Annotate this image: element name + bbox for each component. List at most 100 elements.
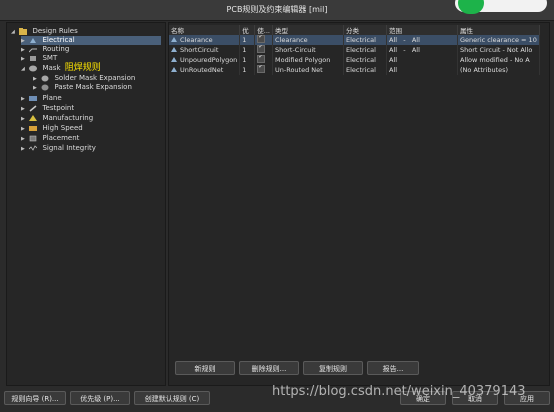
plane-icon <box>29 95 38 101</box>
category-cell: Electrical <box>343 35 387 45</box>
col-header-type[interactable]: 类型 <box>272 25 344 35</box>
expand-arrow-icon[interactable]: ▶ <box>21 125 27 134</box>
rule-name-cell: Clearance <box>169 35 241 45</box>
tree-label: Manufacturing <box>42 114 94 122</box>
expand-arrow-icon[interactable]: ▶ <box>21 135 27 144</box>
tree-item-routing[interactable]: ▶ Routing <box>21 45 69 54</box>
rule-tree: ◢ Design Rules ▶ Electrical ▶ Routing ▶ … <box>6 22 166 386</box>
copy-rule-button[interactable]: 复制规则 <box>303 361 363 375</box>
new-rule-button[interactable]: 新规则 <box>175 361 235 375</box>
solder-mask-icon <box>41 75 49 81</box>
testpoint-icon <box>29 104 37 112</box>
expand-arrow-icon[interactable]: ▶ <box>33 84 39 93</box>
rule-name: Clearance <box>180 36 213 44</box>
scope-cell: All - All <box>386 35 458 45</box>
rule-name: UnpouredPolygon <box>180 56 238 64</box>
scope-cell: All - All <box>386 45 458 55</box>
col-header-priority[interactable]: 优 <box>239 25 256 35</box>
category-cell: Electrical <box>343 65 387 75</box>
tree-label: Routing <box>42 45 70 53</box>
unrouted-net-rule-icon <box>171 67 177 72</box>
smt-icon <box>30 55 37 61</box>
rule-name-cell: ShortCircuit <box>169 45 241 55</box>
table-row[interactable]: UnpouredPolygon 1 Modified Polygon Elect… <box>169 55 540 65</box>
col-header-category[interactable]: 分类 <box>343 25 387 35</box>
expand-arrow-icon[interactable]: ◢ <box>11 28 17 37</box>
tree-label: High Speed <box>42 124 83 132</box>
attributes-cell: Allow modified - No A <box>457 55 540 65</box>
delete-rule-button[interactable]: 删除规则... <box>239 361 299 375</box>
priorities-button[interactable]: 优先级 (P)... <box>70 391 130 405</box>
tree-label: Paste Mask Expansion <box>54 83 132 91</box>
rule-wizard-button[interactable]: 规则向导 (R)... <box>4 391 66 405</box>
enabled-checkbox[interactable] <box>257 55 266 63</box>
electrical-icon <box>30 37 37 43</box>
tree-label: Plane <box>42 94 62 102</box>
type-cell: Modified Polygon <box>272 55 344 65</box>
tree-item-manufacturing[interactable]: ▶ Manufacturing <box>21 114 93 123</box>
expand-arrow-icon[interactable]: ▶ <box>21 145 27 154</box>
category-cell: Electrical <box>343 45 387 55</box>
col-header-scope[interactable]: 范围 <box>386 25 458 35</box>
tree-item-testpoint[interactable]: ▶ Testpoint <box>21 104 74 113</box>
priority-cell: 1 <box>239 65 256 75</box>
tree-label: Signal Integrity <box>42 144 96 152</box>
toggle-switch[interactable] <box>455 0 547 14</box>
expand-arrow-icon[interactable]: ▶ <box>21 95 27 104</box>
col-header-enabled[interactable]: 使... <box>254 25 273 35</box>
tree-item-placement[interactable]: ▶ Placement <box>21 134 79 143</box>
scope-first: All <box>389 46 398 54</box>
type-cell: Clearance <box>272 35 344 45</box>
clearance-rule-icon <box>171 37 177 42</box>
col-header-attributes[interactable]: 属性 <box>457 25 540 35</box>
expand-arrow-icon[interactable]: ▶ <box>21 115 27 124</box>
attributes-cell: Short Circuit - Not Allo <box>457 45 540 55</box>
tree-item-signal-integrity[interactable]: ▶ Signal Integrity <box>21 144 96 153</box>
rule-name-cell: UnRoutedNet <box>169 65 241 75</box>
paste-mask-icon <box>41 84 49 90</box>
mask-annotation: 阻焊规则 <box>64 63 101 73</box>
tree-item-smt[interactable]: ▶ SMT <box>21 54 57 63</box>
enabled-cell <box>254 65 273 75</box>
enabled-cell <box>254 45 273 55</box>
expand-arrow-icon[interactable]: ▶ <box>21 55 27 64</box>
enabled-checkbox[interactable] <box>257 65 266 73</box>
rule-name: ShortCircuit <box>180 46 219 54</box>
scope-second: All <box>411 46 420 54</box>
type-cell: Un-Routed Net <box>272 65 344 75</box>
report-button[interactable]: 报告... <box>367 361 419 375</box>
tree-item-high-speed[interactable]: ▶ High Speed <box>21 124 83 133</box>
expand-arrow-icon[interactable]: ▶ <box>21 105 27 114</box>
tree-root-design-rules[interactable]: ◢ Design Rules <box>11 27 78 36</box>
mask-icon <box>29 65 38 71</box>
create-default-rules-button[interactable]: 创建默认规则 (C) <box>134 391 210 405</box>
scope-separator: - <box>403 46 406 54</box>
enabled-checkbox[interactable] <box>257 35 266 43</box>
polygon-rule-icon <box>171 57 177 62</box>
tree-item-plane[interactable]: ▶ Plane <box>21 94 62 103</box>
tree-item-mask[interactable]: ◢ Mask 阻焊规则 <box>21 64 101 73</box>
enabled-cell <box>254 55 273 65</box>
table-row[interactable]: Clearance 1 Clearance Electrical All - A… <box>169 35 540 45</box>
high-speed-icon <box>29 125 38 131</box>
short-circuit-rule-icon <box>171 47 177 52</box>
expand-arrow-icon[interactable]: ◢ <box>21 65 27 74</box>
toggle-knob[interactable] <box>458 0 484 14</box>
scope-separator: - <box>403 36 406 44</box>
table-row[interactable]: UnRoutedNet 1 Un-Routed Net Electrical A… <box>169 65 540 75</box>
tree-item-solder-mask-expansion[interactable]: ▶ Solder Mask Expansion <box>33 74 135 83</box>
routing-icon <box>29 48 38 52</box>
attributes-cell: Generic clearance = 10 <box>457 35 540 45</box>
tree-label: Electrical <box>42 36 75 44</box>
enabled-checkbox[interactable] <box>257 45 266 53</box>
manufacturing-icon <box>29 114 38 121</box>
scope-second: All <box>411 36 420 44</box>
col-header-name[interactable]: 名称 <box>169 25 241 35</box>
priority-cell: 1 <box>239 35 256 45</box>
tree-item-paste-mask-expansion[interactable]: ▶ Paste Mask Expansion <box>33 83 132 92</box>
tree-label: Mask <box>42 64 61 72</box>
tree-label: SMT <box>42 54 58 62</box>
attributes-cell: (No Attributes) <box>457 65 540 75</box>
tree-item-electrical[interactable]: ▶ Electrical <box>21 36 161 45</box>
table-row[interactable]: ShortCircuit 1 Short-Circuit Electrical … <box>169 45 540 55</box>
